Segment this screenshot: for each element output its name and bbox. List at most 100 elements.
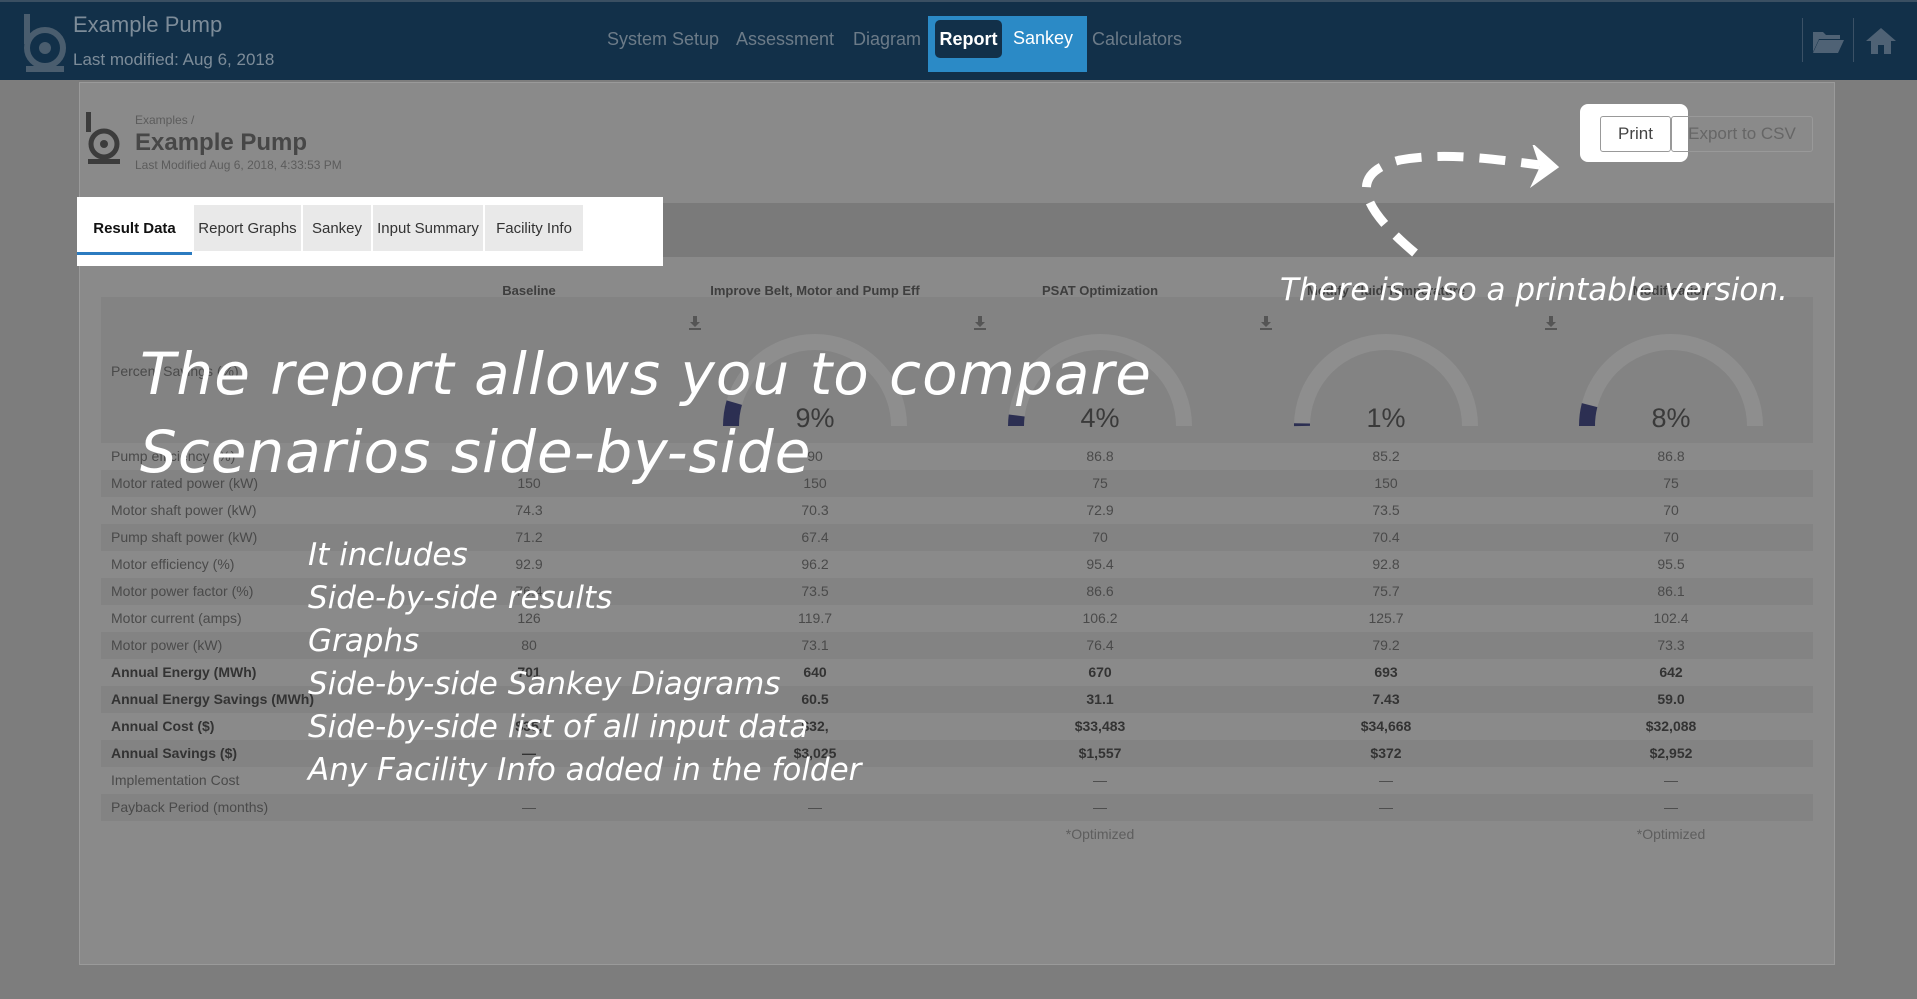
print-button[interactable]: Print	[1600, 116, 1671, 152]
table-cell: 67.4	[801, 529, 829, 545]
row-label: Motor power (kW)	[111, 637, 223, 653]
table-cell: 119.7	[798, 610, 832, 626]
tab-report[interactable]: Report	[935, 20, 1002, 58]
tab-result-data[interactable]: Result Data	[77, 205, 192, 255]
percent-savings-value: 8%	[1651, 403, 1691, 433]
optimized-footnote: *Optimized	[1636, 826, 1706, 842]
table-cell: 75	[1663, 475, 1679, 491]
tab-system-setup[interactable]: System Setup	[607, 29, 719, 50]
row-label: Implementation Cost	[111, 772, 240, 788]
table-row: Motor shaft power (kW) 74.3 70.3 72.9 73.5 70	[101, 497, 1813, 524]
table-cell: 70	[1092, 529, 1108, 545]
table-cell: 59.0	[1657, 691, 1685, 707]
print-annotation: There is also a printable version.	[1280, 272, 1788, 308]
table-cell: $1,557	[1078, 745, 1122, 761]
table-cell: 86.6	[1086, 583, 1114, 599]
folder-open-icon[interactable]	[1811, 26, 1845, 56]
table-cell: 71.2	[515, 529, 543, 545]
breadcrumb[interactable]: Examples /	[135, 113, 194, 127]
tab-sankey-report[interactable]: Sankey	[303, 205, 371, 251]
table-cell: 80	[521, 637, 537, 653]
table-cell: 73.3	[1657, 637, 1685, 653]
table-cell: $372	[1370, 745, 1402, 761]
table-cell: 70.3	[801, 502, 829, 518]
table-cell: 76.4	[1086, 637, 1114, 653]
nav-divider	[1853, 18, 1854, 62]
tab-calculators[interactable]: Calculators	[1092, 29, 1182, 50]
includes-annotation-item: Graphs	[308, 623, 420, 659]
row-label: Annual Energy Savings (MWh)	[111, 691, 315, 707]
download-icon[interactable]	[688, 315, 702, 331]
table-cell: 640	[803, 664, 827, 680]
table-cell: 92.8	[1372, 556, 1400, 572]
table-cell: —	[1093, 772, 1107, 788]
tab-assessment[interactable]: Assessment	[736, 29, 834, 50]
report-tabs: Result Data Report Graphs Sankey Input S…	[77, 197, 663, 266]
nav-divider	[1802, 18, 1803, 62]
table-cell: 31.1	[1086, 691, 1114, 707]
row-label: Annual Energy (MWh)	[111, 664, 257, 680]
table-cell: 86.8	[1086, 448, 1114, 464]
row-label: Pump shaft power (kW)	[111, 529, 258, 545]
table-cell: 75	[1092, 475, 1108, 491]
table-cell: 74.3	[515, 502, 543, 518]
pump-logo-icon[interactable]	[16, 10, 74, 74]
table-cell: 86.1	[1657, 583, 1685, 599]
table-cell: —	[1664, 799, 1678, 815]
row-label: Annual Cost ($)	[111, 718, 215, 734]
table-cell: $32,088	[1645, 718, 1697, 734]
table-cell: 125.7	[1368, 610, 1404, 626]
includes-annotation: It includes	[308, 537, 468, 573]
table-cell: 73.1	[801, 637, 829, 653]
percent-savings-value: 1%	[1366, 403, 1406, 433]
table-cell: 70.4	[1372, 529, 1400, 545]
table-cell: 150	[1374, 475, 1398, 491]
export-csv-button[interactable]: Export to CSV	[1671, 116, 1813, 152]
table-cell: 96.2	[801, 556, 829, 572]
row-label: Payback Period (months)	[111, 799, 269, 815]
report-last-modified: Last Modified Aug 6, 2018, 4:33:53 PM	[135, 158, 342, 172]
headline-annotation-line2: Scenarios side-by-side	[140, 418, 812, 486]
download-icon[interactable]	[1544, 315, 1558, 331]
table-cell: 79.2	[1372, 637, 1400, 653]
download-icon[interactable]	[973, 315, 987, 331]
includes-annotation-item: Any Facility Info added in the folder	[308, 752, 862, 788]
table-cell: 70	[1663, 529, 1679, 545]
pump-icon	[86, 112, 120, 164]
top-navbar: Example Pump Last modified: Aug 6, 2018 …	[0, 0, 1917, 80]
row-label: Motor efficiency (%)	[111, 556, 235, 572]
table-cell: 70	[1663, 502, 1679, 518]
dashed-arrow-icon	[1362, 145, 1560, 257]
row-label: Motor current (amps)	[111, 610, 242, 626]
table-cell: $34,668	[1360, 718, 1412, 734]
home-icon[interactable]	[1864, 26, 1898, 56]
download-icon[interactable]	[1259, 315, 1273, 331]
table-cell: 72.9	[1086, 502, 1114, 518]
row-label: Motor power factor (%)	[111, 583, 254, 599]
table-cell: $2,952	[1649, 745, 1693, 761]
table-cell: 85.2	[1372, 448, 1400, 464]
column-header: Baseline	[502, 283, 556, 298]
tab-diagram[interactable]: Diagram	[853, 29, 921, 50]
table-cell: 73.5	[1372, 502, 1400, 518]
headline-annotation-line1: The report allows you to compare	[140, 340, 1152, 408]
table-cell: 106.2	[1082, 610, 1118, 626]
tab-strip-background	[662, 203, 1834, 257]
table-cell: —	[1379, 772, 1393, 788]
table-cell: 693	[1374, 664, 1398, 680]
table-cell: 86.8	[1657, 448, 1685, 464]
table-cell: 75.7	[1372, 583, 1400, 599]
assessment-title: Example Pump	[73, 12, 223, 37]
table-cell: $33,483	[1074, 718, 1126, 734]
row-label: Motor shaft power (kW)	[111, 502, 257, 518]
table-cell: 73.5	[801, 583, 829, 599]
tab-report-graphs[interactable]: Report Graphs	[194, 205, 301, 251]
tab-sankey[interactable]: Sankey	[1013, 28, 1073, 49]
column-header: Improve Belt, Motor and Pump Eff	[710, 283, 920, 298]
assessment-last-modified: Last modified: Aug 6, 2018	[73, 50, 275, 69]
table-cell: 95.5	[1657, 556, 1685, 572]
tab-input-summary[interactable]: Input Summary	[373, 205, 483, 251]
tab-facility-info[interactable]: Facility Info	[485, 205, 583, 251]
page-title: Example Pump	[135, 129, 308, 156]
includes-annotation-item: Side-by-side Sankey Diagrams	[308, 666, 781, 702]
